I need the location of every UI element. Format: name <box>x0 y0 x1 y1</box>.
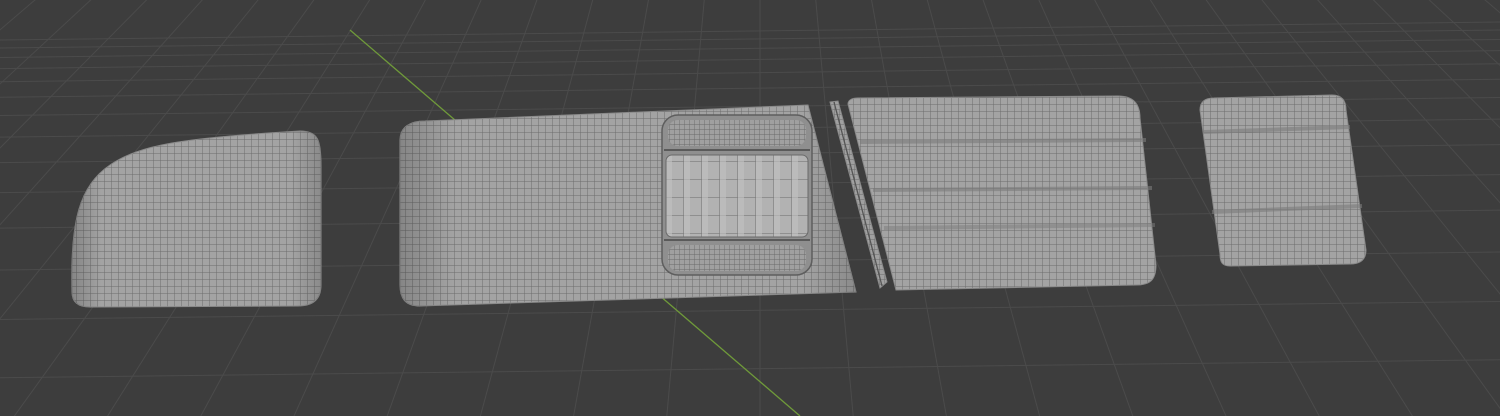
inset-window <box>661 114 813 276</box>
grid-line <box>0 78 1500 98</box>
grid-line <box>0 359 1500 379</box>
grid-line <box>0 21 1500 41</box>
grid-line <box>0 38 1500 58</box>
grid-line <box>0 50 1500 70</box>
grid-line <box>0 63 1500 83</box>
mesh-piece-curved-panel[interactable] <box>71 130 322 308</box>
mesh-piece-long-panel-with-window[interactable] <box>399 104 857 307</box>
grid-line <box>0 29 1500 49</box>
mesh-piece-ribbed-panel[interactable] <box>847 95 1157 291</box>
mesh-piece-small-ribbed-panel[interactable] <box>1199 94 1367 267</box>
viewport-canvas[interactable] <box>0 0 1500 416</box>
3d-viewport[interactable] <box>0 0 1500 416</box>
